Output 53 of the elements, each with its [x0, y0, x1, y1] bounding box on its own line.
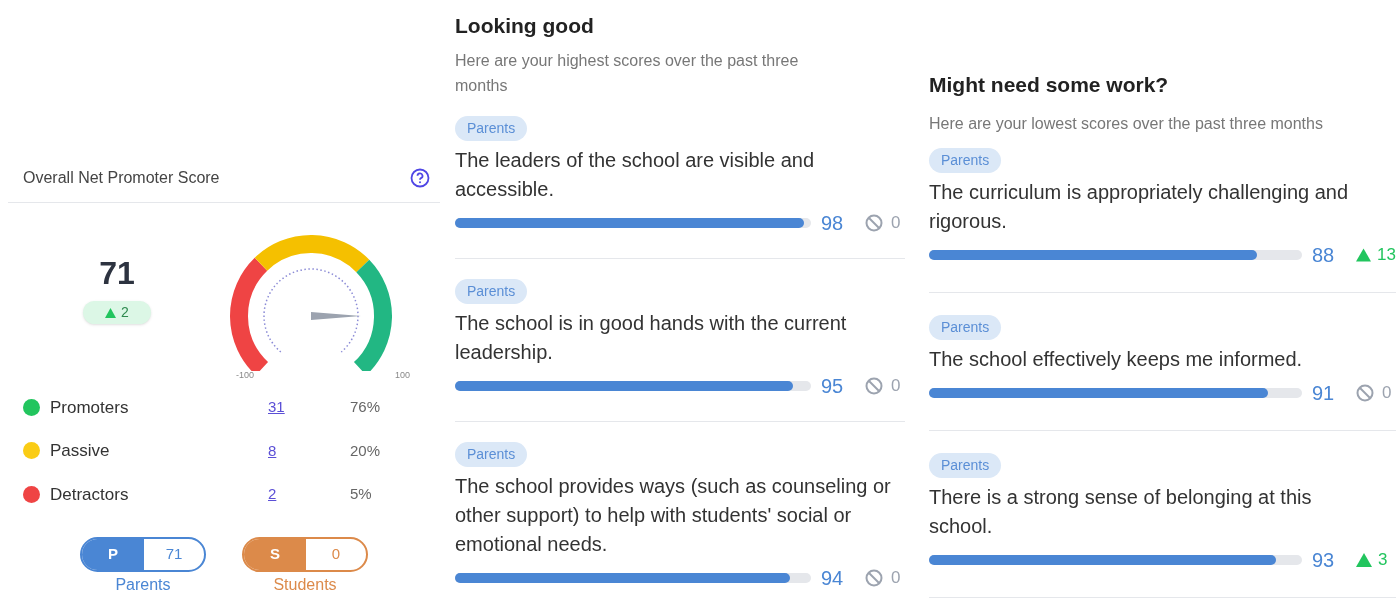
- legend-label: Detractors: [50, 483, 130, 506]
- score-value: 95: [821, 373, 845, 399]
- tag: Parents: [929, 147, 1002, 173]
- question-text: The school effectively keeps me informed.: [929, 346, 1304, 372]
- question-text: The leaders of the school are visible and accessible.: [455, 147, 816, 202]
- section-title: Might need some work?: [929, 72, 1170, 98]
- percent-value: 76%: [350, 397, 381, 417]
- score-value: 94: [821, 565, 845, 591]
- score-value: 88: [1312, 242, 1336, 268]
- section-title: Looking good: [455, 13, 595, 39]
- segment-pill[interactable]: P 71: [80, 537, 206, 572]
- score-value: 93: [1312, 547, 1336, 573]
- nps-score: 71: [99, 254, 135, 294]
- change-value: 0: [891, 374, 901, 397]
- tag: Parents: [455, 278, 528, 304]
- count-link[interactable]: 2: [268, 483, 350, 506]
- change-value: 0: [1382, 381, 1392, 404]
- segment-label: Students: [273, 576, 337, 594]
- percent-value: 20%: [350, 440, 381, 461]
- change-value: 3: [1378, 548, 1388, 571]
- question-text: The curriculum is appropriately challenging and rigorous.: [929, 179, 1350, 234]
- gauge-min-label: -100: [236, 369, 254, 382]
- ban-icon: [1356, 383, 1374, 402]
- up-triangle-icon: [1356, 552, 1372, 567]
- percent-value: 5%: [350, 484, 372, 504]
- change-badge: 2: [83, 301, 151, 325]
- question-text: There is a strong sense of belonging at this school.: [929, 484, 1313, 539]
- section-subtitle: Here are your highest scores over the past three months: [455, 50, 800, 96]
- up-triangle-icon: [105, 307, 117, 318]
- ban-icon: [865, 213, 883, 232]
- gauge-max-label: 100: [394, 369, 410, 382]
- change-value: 13: [1377, 243, 1396, 266]
- segment-label: Parents: [115, 576, 171, 594]
- legend-label: Passive: [50, 440, 111, 462]
- tag: Parents: [929, 452, 1002, 478]
- tag: Parents: [455, 441, 528, 467]
- legend-label: Promoters: [50, 396, 130, 419]
- score-value: 98: [821, 210, 845, 236]
- ban-icon: [865, 376, 883, 395]
- ban-icon: [865, 568, 883, 587]
- up-triangle-icon: [1356, 247, 1372, 262]
- section-subtitle: Here are your lowest scores over the past three months: [929, 113, 1324, 134]
- change-value: 0: [891, 211, 901, 234]
- question-text: The school provides ways (such as counseling or other support) to help with students' social or emotional needs.: [455, 473, 892, 557]
- question-text: The school is in good hands with the current leadership.: [455, 310, 848, 365]
- tag: Parents: [929, 314, 1002, 340]
- panel-title: Overall Net Promoter Score: [23, 168, 220, 188]
- count-link[interactable]: 8: [268, 439, 350, 462]
- score-value: 91: [1312, 380, 1336, 406]
- help-icon[interactable]: [410, 168, 430, 188]
- tag: Parents: [455, 115, 528, 141]
- count-link[interactable]: 31: [268, 396, 350, 419]
- change-value: 0: [891, 566, 901, 589]
